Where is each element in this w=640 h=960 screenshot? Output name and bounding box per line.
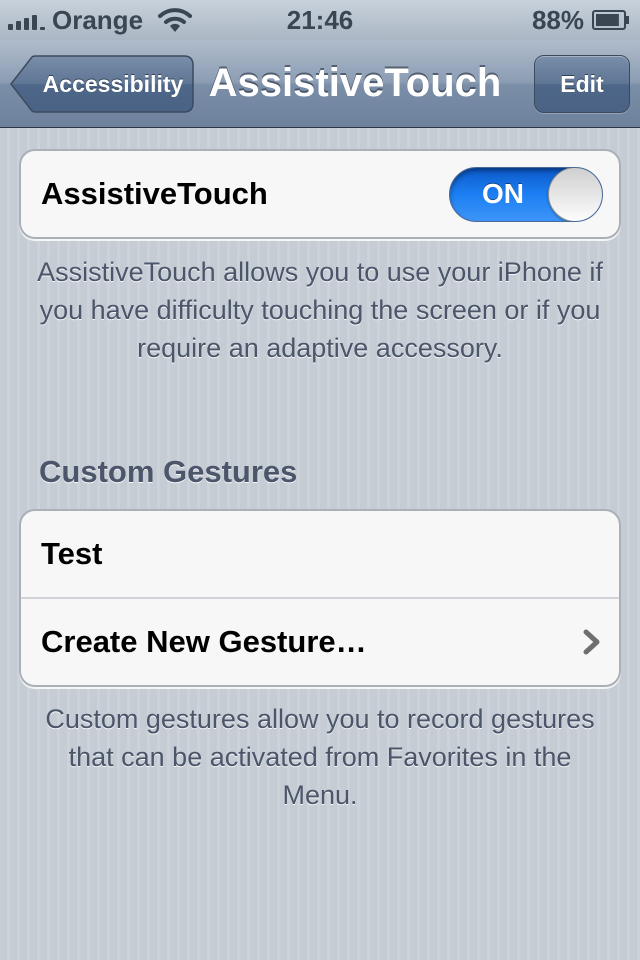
battery-icon [592,10,629,30]
assistivetouch-cell: AssistiveTouch ON [21,151,619,237]
battery-percent: 88% [531,5,584,35]
gesture-item-label: Create New Gesture… [41,624,367,659]
custom-gestures-header: Custom Gestures [39,454,298,489]
assistivetouch-group: AssistiveTouch ON [19,149,621,239]
custom-gestures-description: Custom gestures allow you to record gest… [45,704,595,810]
toggle-on-label: ON [482,178,524,209]
toggle-knob [548,168,602,221]
assistivetouch-toggle[interactable]: ON [449,167,603,222]
create-new-gesture-item[interactable]: Create New Gesture… [21,597,619,683]
assistivetouch-description: AssistiveTouch allows you to use your iP… [37,257,603,363]
status-bar: Orange 21:46 88% [0,0,640,40]
custom-gestures-group: Test Create New Gesture… [19,509,621,687]
back-button-label: Accessibility [42,71,184,97]
page-title: AssistiveTouch [208,61,502,105]
chevron-right-icon [583,629,600,655]
edit-button[interactable]: Edit [534,55,630,113]
assistivetouch-label: AssistiveTouch [41,176,268,211]
navigation-bar: Accessibility AssistiveTouch Edit [0,40,640,128]
back-button[interactable]: Accessibility [10,55,194,113]
gesture-item-test[interactable]: Test [21,511,619,597]
gesture-item-label: Test [41,536,103,571]
